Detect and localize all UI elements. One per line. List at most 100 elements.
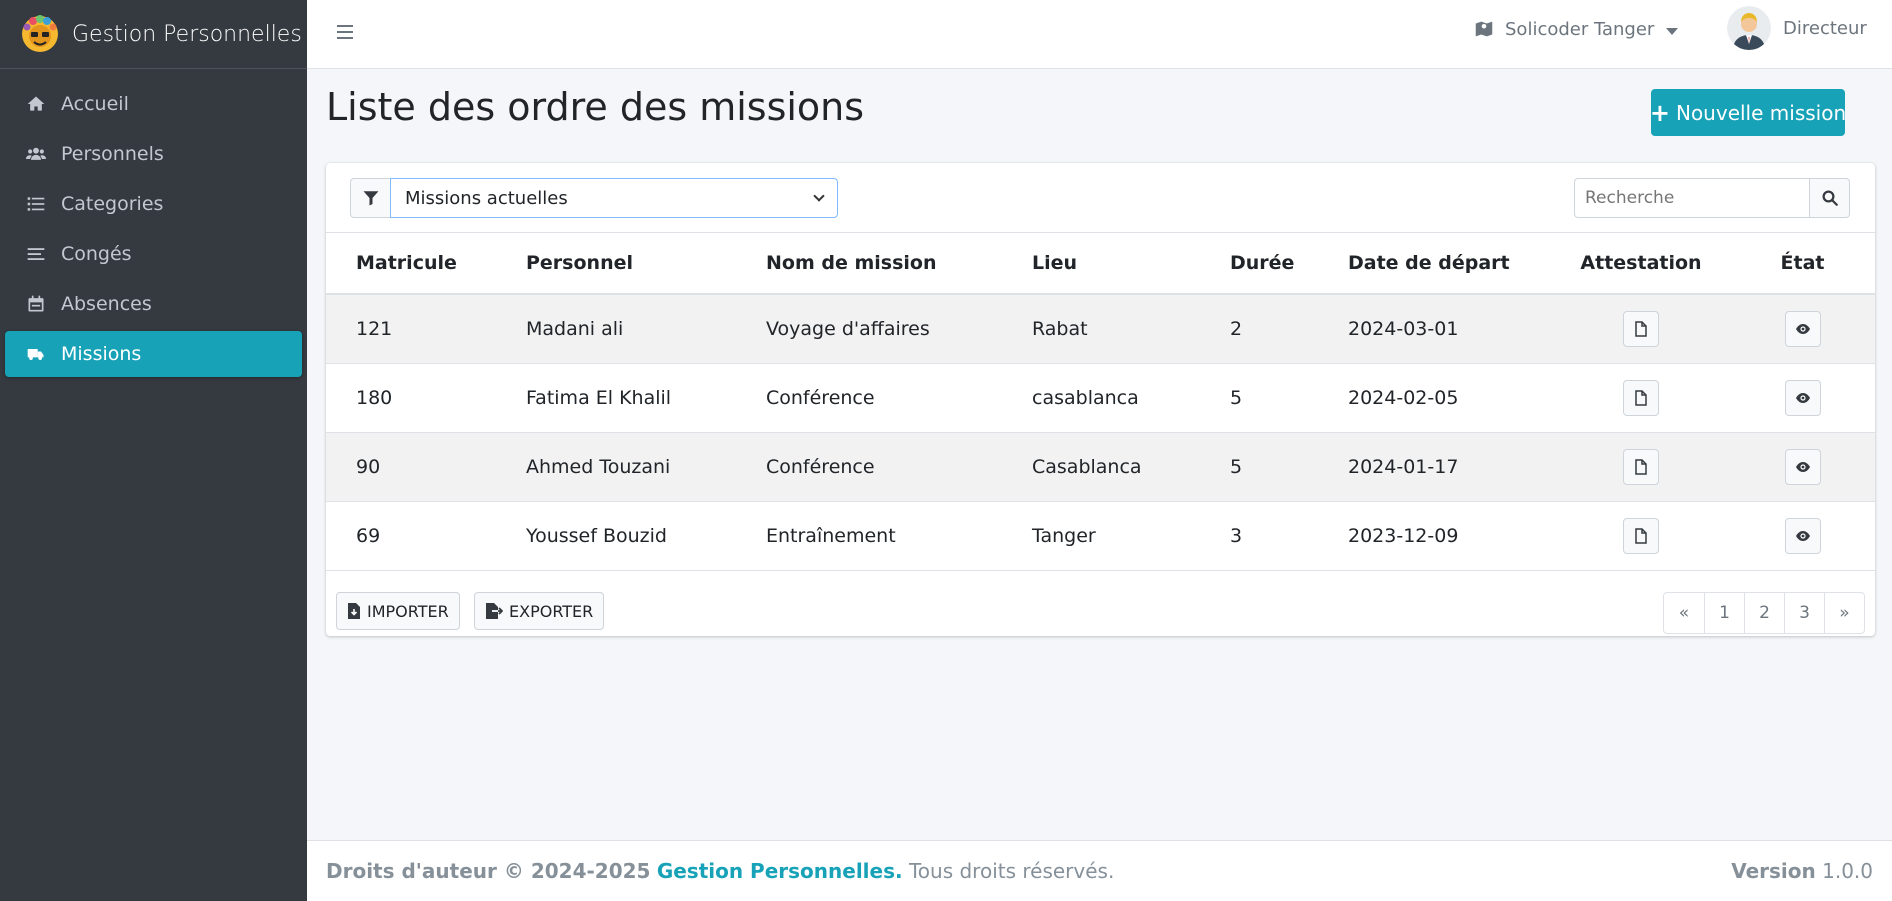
brand[interactable]: Gestion Personnelles: [0, 0, 307, 69]
column-header[interactable]: Matricule: [326, 233, 496, 295]
file-icon: [1635, 458, 1647, 475]
cell-date: 2024-03-01: [1318, 294, 1552, 364]
cell-matricule: 90: [326, 432, 496, 502]
sidebar-item-categories[interactable]: Categories: [5, 181, 302, 227]
users-icon: [23, 144, 49, 164]
caret-down-icon: [1666, 27, 1679, 35]
cell-matricule: 180: [326, 363, 496, 433]
cell-personnel: Youssef Bouzid: [496, 501, 736, 571]
export-button[interactable]: EXPORTER: [474, 592, 605, 630]
cell-duree: 5: [1200, 432, 1318, 502]
sidebar-item-label: Congés: [61, 243, 132, 265]
user-menu[interactable]: Directeur: [1727, 6, 1867, 50]
sidebar-item-personnels[interactable]: Personnels: [5, 131, 302, 177]
filter-button[interactable]: [350, 178, 390, 218]
filter-icon: [363, 191, 378, 206]
cell-duree: 3: [1200, 501, 1318, 571]
search-button[interactable]: [1810, 178, 1850, 218]
sidebar: Gestion Personnelles Accueil Personnels …: [0, 0, 307, 901]
eye-icon: [1795, 530, 1810, 541]
cell-mission-name: Entraînement: [736, 501, 1002, 571]
missions-table: Matricule Personnel Nom de mission Lieu …: [326, 233, 1875, 571]
file-icon: [1635, 389, 1647, 406]
attestation-button[interactable]: [1623, 448, 1659, 485]
cell-personnel: Ahmed Touzani: [496, 432, 736, 502]
cell-mission-name: Conférence: [736, 432, 1002, 502]
eye-icon: [1795, 392, 1810, 403]
cell-lieu: casablanca: [1002, 363, 1200, 433]
page-next[interactable]: »: [1824, 593, 1864, 633]
brand-logo-icon: [22, 15, 58, 52]
topbar: Solicoder Tanger Directeur: [307, 0, 1892, 69]
footer-brand-link[interactable]: Gestion Personnelles.: [657, 859, 903, 883]
hamburger-icon[interactable]: [335, 21, 357, 43]
cell-etat: [1730, 363, 1875, 433]
file-export-icon: [486, 603, 503, 619]
page-1[interactable]: 1: [1704, 593, 1744, 633]
view-button[interactable]: [1784, 310, 1821, 347]
column-header[interactable]: Nom de mission: [736, 233, 1002, 295]
copyright: Droits d'auteur © 2024-2025 Gestion Pers…: [326, 859, 1114, 883]
page-footer: Droits d'auteur © 2024-2025 Gestion Pers…: [307, 840, 1892, 901]
mission-filter-value: Missions actuelles: [405, 187, 568, 209]
attestation-button[interactable]: [1623, 379, 1659, 416]
search-input[interactable]: [1574, 178, 1810, 218]
page-prev[interactable]: «: [1664, 593, 1704, 633]
chevron-down-icon: [813, 190, 825, 202]
map-icon: [1475, 21, 1493, 37]
eye-icon: [1795, 461, 1810, 472]
cell-personnel: Madani ali: [496, 294, 736, 364]
cell-personnel: Fatima El Khalil: [496, 363, 736, 433]
new-mission-label: Nouvelle mission: [1675, 100, 1847, 125]
cell-etat: [1730, 501, 1875, 571]
column-header[interactable]: Durée: [1200, 233, 1318, 295]
bars-icon: [23, 244, 49, 264]
import-label: IMPORTER: [367, 601, 449, 621]
column-header[interactable]: Date de départ: [1318, 233, 1552, 295]
user-role: Directeur: [1783, 17, 1867, 39]
cell-mission-name: Conférence: [736, 363, 1002, 433]
page-2[interactable]: 2: [1744, 593, 1784, 633]
plus-icon: +: [1649, 98, 1670, 127]
card-footer: IMPORTER EXPORTER « 1 2 3 »: [326, 580, 1875, 636]
cell-date: 2024-01-17: [1318, 432, 1552, 502]
filter-group: Missions actuelles: [350, 178, 838, 218]
search-group: [1574, 178, 1850, 218]
rights-text: Tous droits réservés.: [908, 859, 1115, 883]
file-icon: [1635, 321, 1647, 337]
export-label: EXPORTER: [509, 601, 594, 621]
import-button[interactable]: IMPORTER: [336, 592, 460, 630]
organization-dropdown[interactable]: Solicoder Tanger: [1473, 18, 1679, 40]
table-row: 69 Youssef Bouzid Entraînement Tanger 3 …: [326, 501, 1875, 571]
sidebar-item-absences[interactable]: Absences: [5, 281, 302, 327]
sidebar-item-accueil[interactable]: Accueil: [5, 81, 302, 127]
cell-lieu: Casablanca: [1002, 432, 1200, 502]
list-icon: [23, 194, 49, 214]
cell-mission-name: Voyage d'affaires: [736, 294, 1002, 364]
cell-attestation: [1552, 501, 1730, 571]
sidebar-item-missions[interactable]: Missions: [5, 331, 302, 377]
organization-name: Solicoder Tanger: [1505, 18, 1655, 40]
attestation-button[interactable]: [1623, 517, 1659, 554]
view-button[interactable]: [1784, 379, 1821, 416]
cell-matricule: 121: [326, 294, 496, 364]
cell-lieu: Rabat: [1002, 294, 1200, 364]
attestation-button[interactable]: [1623, 310, 1659, 347]
pagination: « 1 2 3 »: [1663, 592, 1865, 634]
column-header[interactable]: Attestation: [1552, 233, 1730, 295]
sidebar-item-conges[interactable]: Congés: [5, 231, 302, 277]
column-header[interactable]: Personnel: [496, 233, 736, 295]
cell-attestation: [1552, 432, 1730, 502]
cell-etat: [1730, 294, 1875, 364]
mission-filter-select[interactable]: Missions actuelles: [390, 178, 838, 218]
page-3[interactable]: 3: [1784, 593, 1824, 633]
column-header[interactable]: État: [1730, 233, 1875, 295]
cell-lieu: Tanger: [1002, 501, 1200, 571]
column-header[interactable]: Lieu: [1002, 233, 1200, 295]
new-mission-button[interactable]: + Nouvelle mission: [1649, 89, 1847, 136]
view-button[interactable]: [1784, 517, 1821, 554]
cell-date: 2023-12-09: [1318, 501, 1552, 571]
cell-attestation: [1552, 363, 1730, 433]
view-button[interactable]: [1784, 448, 1821, 485]
sidebar-item-label: Accueil: [61, 93, 129, 115]
